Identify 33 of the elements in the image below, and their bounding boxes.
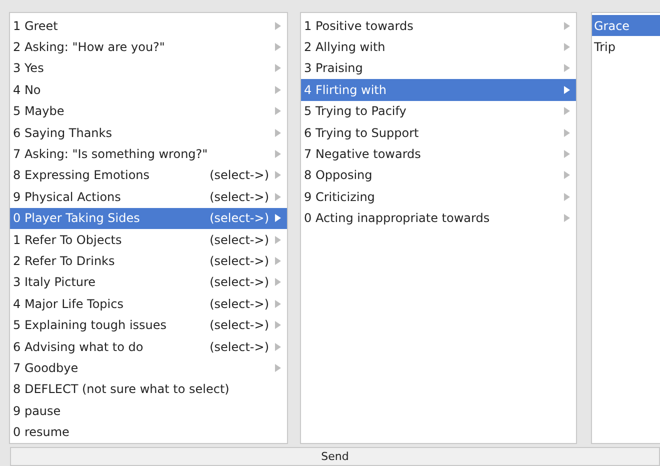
menu-item[interactable]: 5 Maybe <box>10 100 287 122</box>
menu-item[interactable]: 5 Explaining tough issues (select->) <box>10 314 287 336</box>
menu-item[interactable]: 6 Saying Thanks <box>10 122 287 144</box>
menu-item[interactable]: 0 Player Taking Sides (select->) <box>10 208 287 229</box>
menu-item[interactable]: 2 Refer To Drinks (select->) <box>10 250 287 272</box>
menu-item[interactable]: 9 Criticizing <box>301 186 576 208</box>
menu-item[interactable]: 0 resume <box>10 421 287 443</box>
menu-item[interactable]: 1 Refer To Objects (select->) <box>10 228 287 250</box>
menu-item[interactable]: 9 Physical Actions (select->) <box>10 186 287 208</box>
menu-item[interactable]: 3 Yes <box>10 58 287 80</box>
menu-item[interactable]: 2 Asking: "How are you?" <box>10 36 287 58</box>
menu-item[interactable]: 9 pause <box>10 400 287 422</box>
menu-item[interactable]: Trip <box>592 36 660 58</box>
menu-item[interactable]: 7 Goodbye <box>10 357 287 379</box>
menu-item[interactable]: 0 Acting inappropriate towards <box>301 208 576 229</box>
menu-item[interactable]: 8 Expressing Emotions (select->) <box>10 164 287 186</box>
menu-item[interactable]: Grace <box>592 15 660 36</box>
menu-item[interactable]: 3 Italy Picture (select->) <box>10 272 287 294</box>
menu-item[interactable]: 4 No <box>10 79 287 101</box>
menu-item[interactable]: 3 Praising <box>301 58 576 80</box>
menu-item[interactable]: 4 Major Life Topics (select->) <box>10 293 287 314</box>
menu-item[interactable]: 1 Greet <box>10 15 287 36</box>
menu-item[interactable]: 6 Trying to Support <box>301 122 576 144</box>
menu-item[interactable]: 8 DEFLECT (not sure what to select) <box>10 378 287 400</box>
menu-item[interactable]: 8 Opposing <box>301 164 576 186</box>
menu-item[interactable]: 7 Negative towards <box>301 143 576 165</box>
menu-item[interactable]: 1 Positive towards <box>301 15 576 36</box>
send-button[interactable]: Send <box>10 447 660 466</box>
menu-item[interactable]: 4 Flirting with <box>301 79 576 101</box>
menu-item[interactable]: 5 Trying to Pacify <box>301 100 576 122</box>
menu-item[interactable]: 2 Allying with <box>301 36 576 58</box>
menu-item[interactable]: 7 Asking: "Is something wrong?" <box>10 143 287 165</box>
menu-item[interactable]: 6 Advising what to do (select->) <box>10 336 287 358</box>
